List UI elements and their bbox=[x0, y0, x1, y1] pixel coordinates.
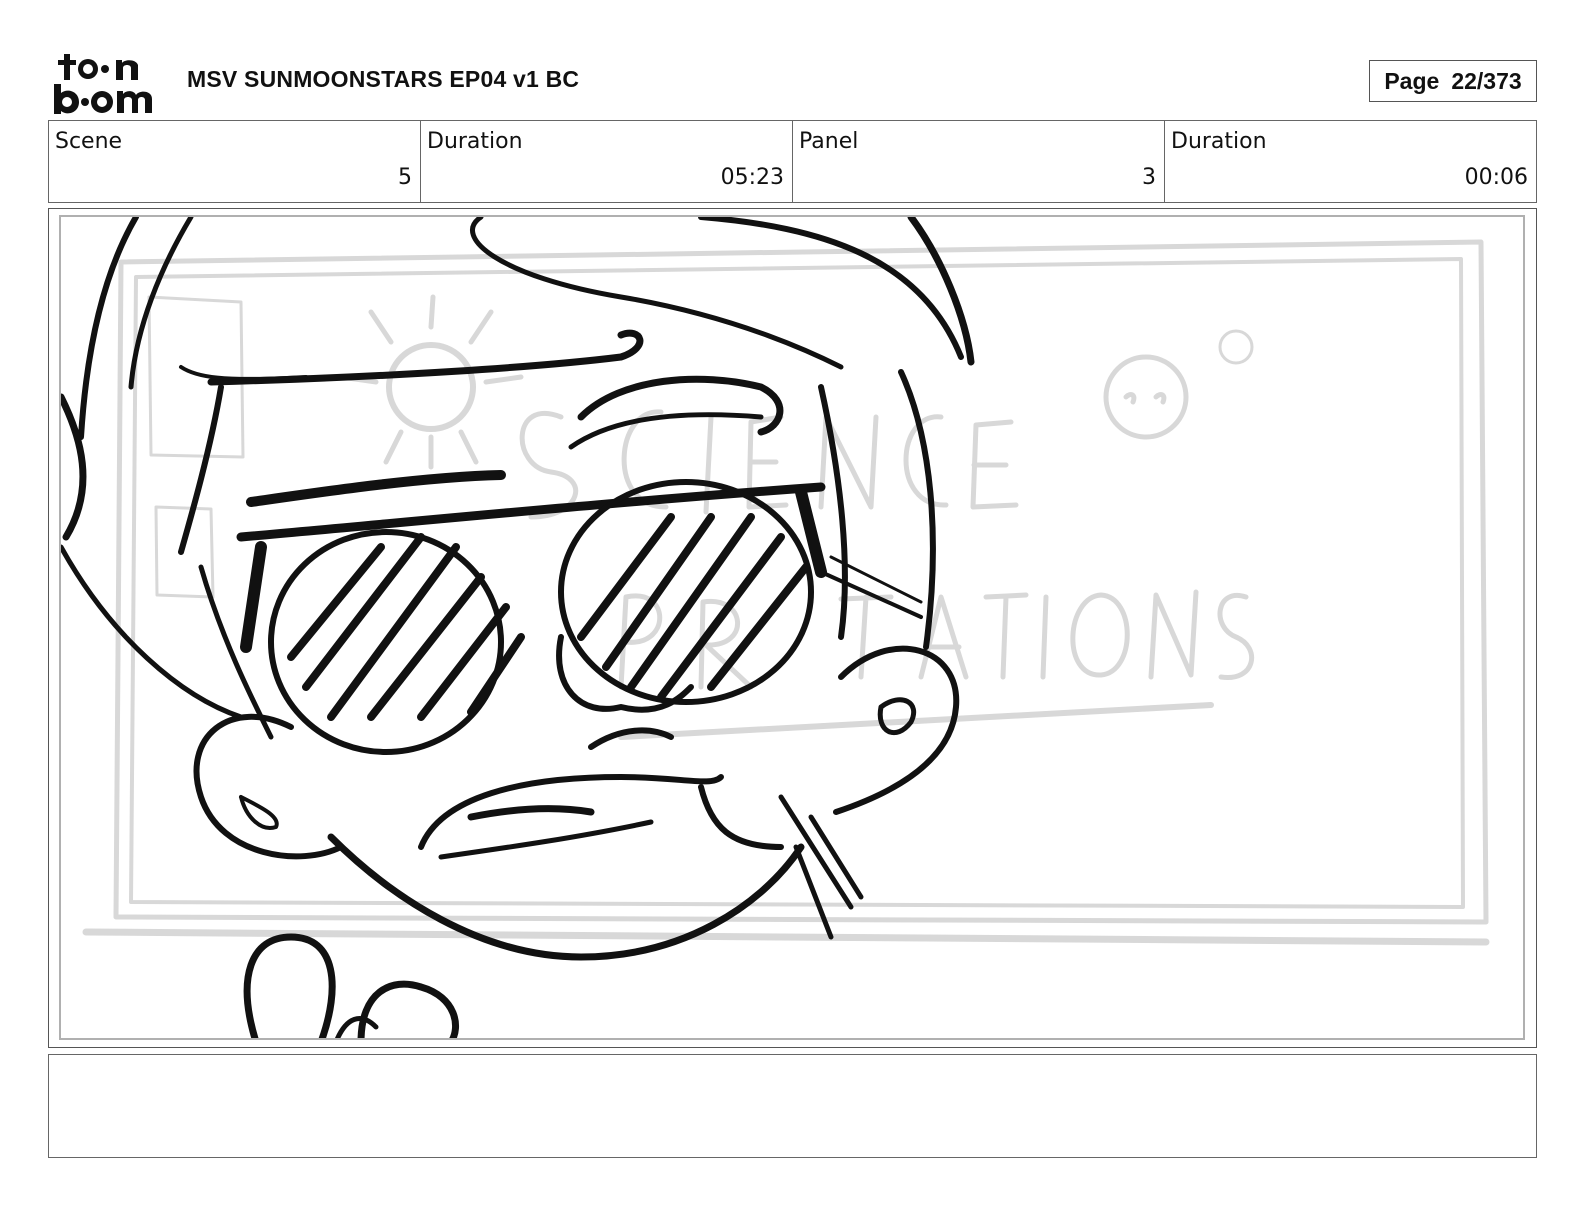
panel-cell: Panel 3 bbox=[793, 121, 1165, 202]
panel-duration-value: 00:06 bbox=[1464, 165, 1528, 190]
panel-label: Panel bbox=[799, 129, 859, 154]
scene-duration-cell: Duration 05:23 bbox=[421, 121, 793, 202]
page-label: Page bbox=[1384, 67, 1440, 94]
scene-value: 5 bbox=[398, 165, 412, 190]
page-indicator: Page 22/373 bbox=[1369, 60, 1537, 102]
storyboard-sketch bbox=[61, 217, 1490, 1038]
scene-duration-label: Duration bbox=[427, 129, 523, 154]
panel-duration-label: Duration bbox=[1171, 129, 1267, 154]
page-number: 22/373 bbox=[1451, 67, 1522, 94]
panel-drawing-area bbox=[59, 215, 1525, 1040]
panel-duration-cell: Duration 00:06 bbox=[1165, 121, 1536, 202]
scene-label: Scene bbox=[55, 129, 123, 154]
project-title: MSV SUNMOONSTARS EP04 v1 BC bbox=[187, 66, 580, 92]
scene-duration-value: 05:23 bbox=[720, 165, 784, 190]
panel-value: 3 bbox=[1142, 165, 1156, 190]
storyboard-panel bbox=[48, 208, 1537, 1048]
panel-info-row: Scene 5 Duration 05:23 Panel 3 Duration … bbox=[48, 120, 1537, 203]
panel-notes-box bbox=[48, 1054, 1537, 1158]
scene-cell: Scene 5 bbox=[49, 121, 421, 202]
toonboom-logo bbox=[54, 54, 152, 114]
